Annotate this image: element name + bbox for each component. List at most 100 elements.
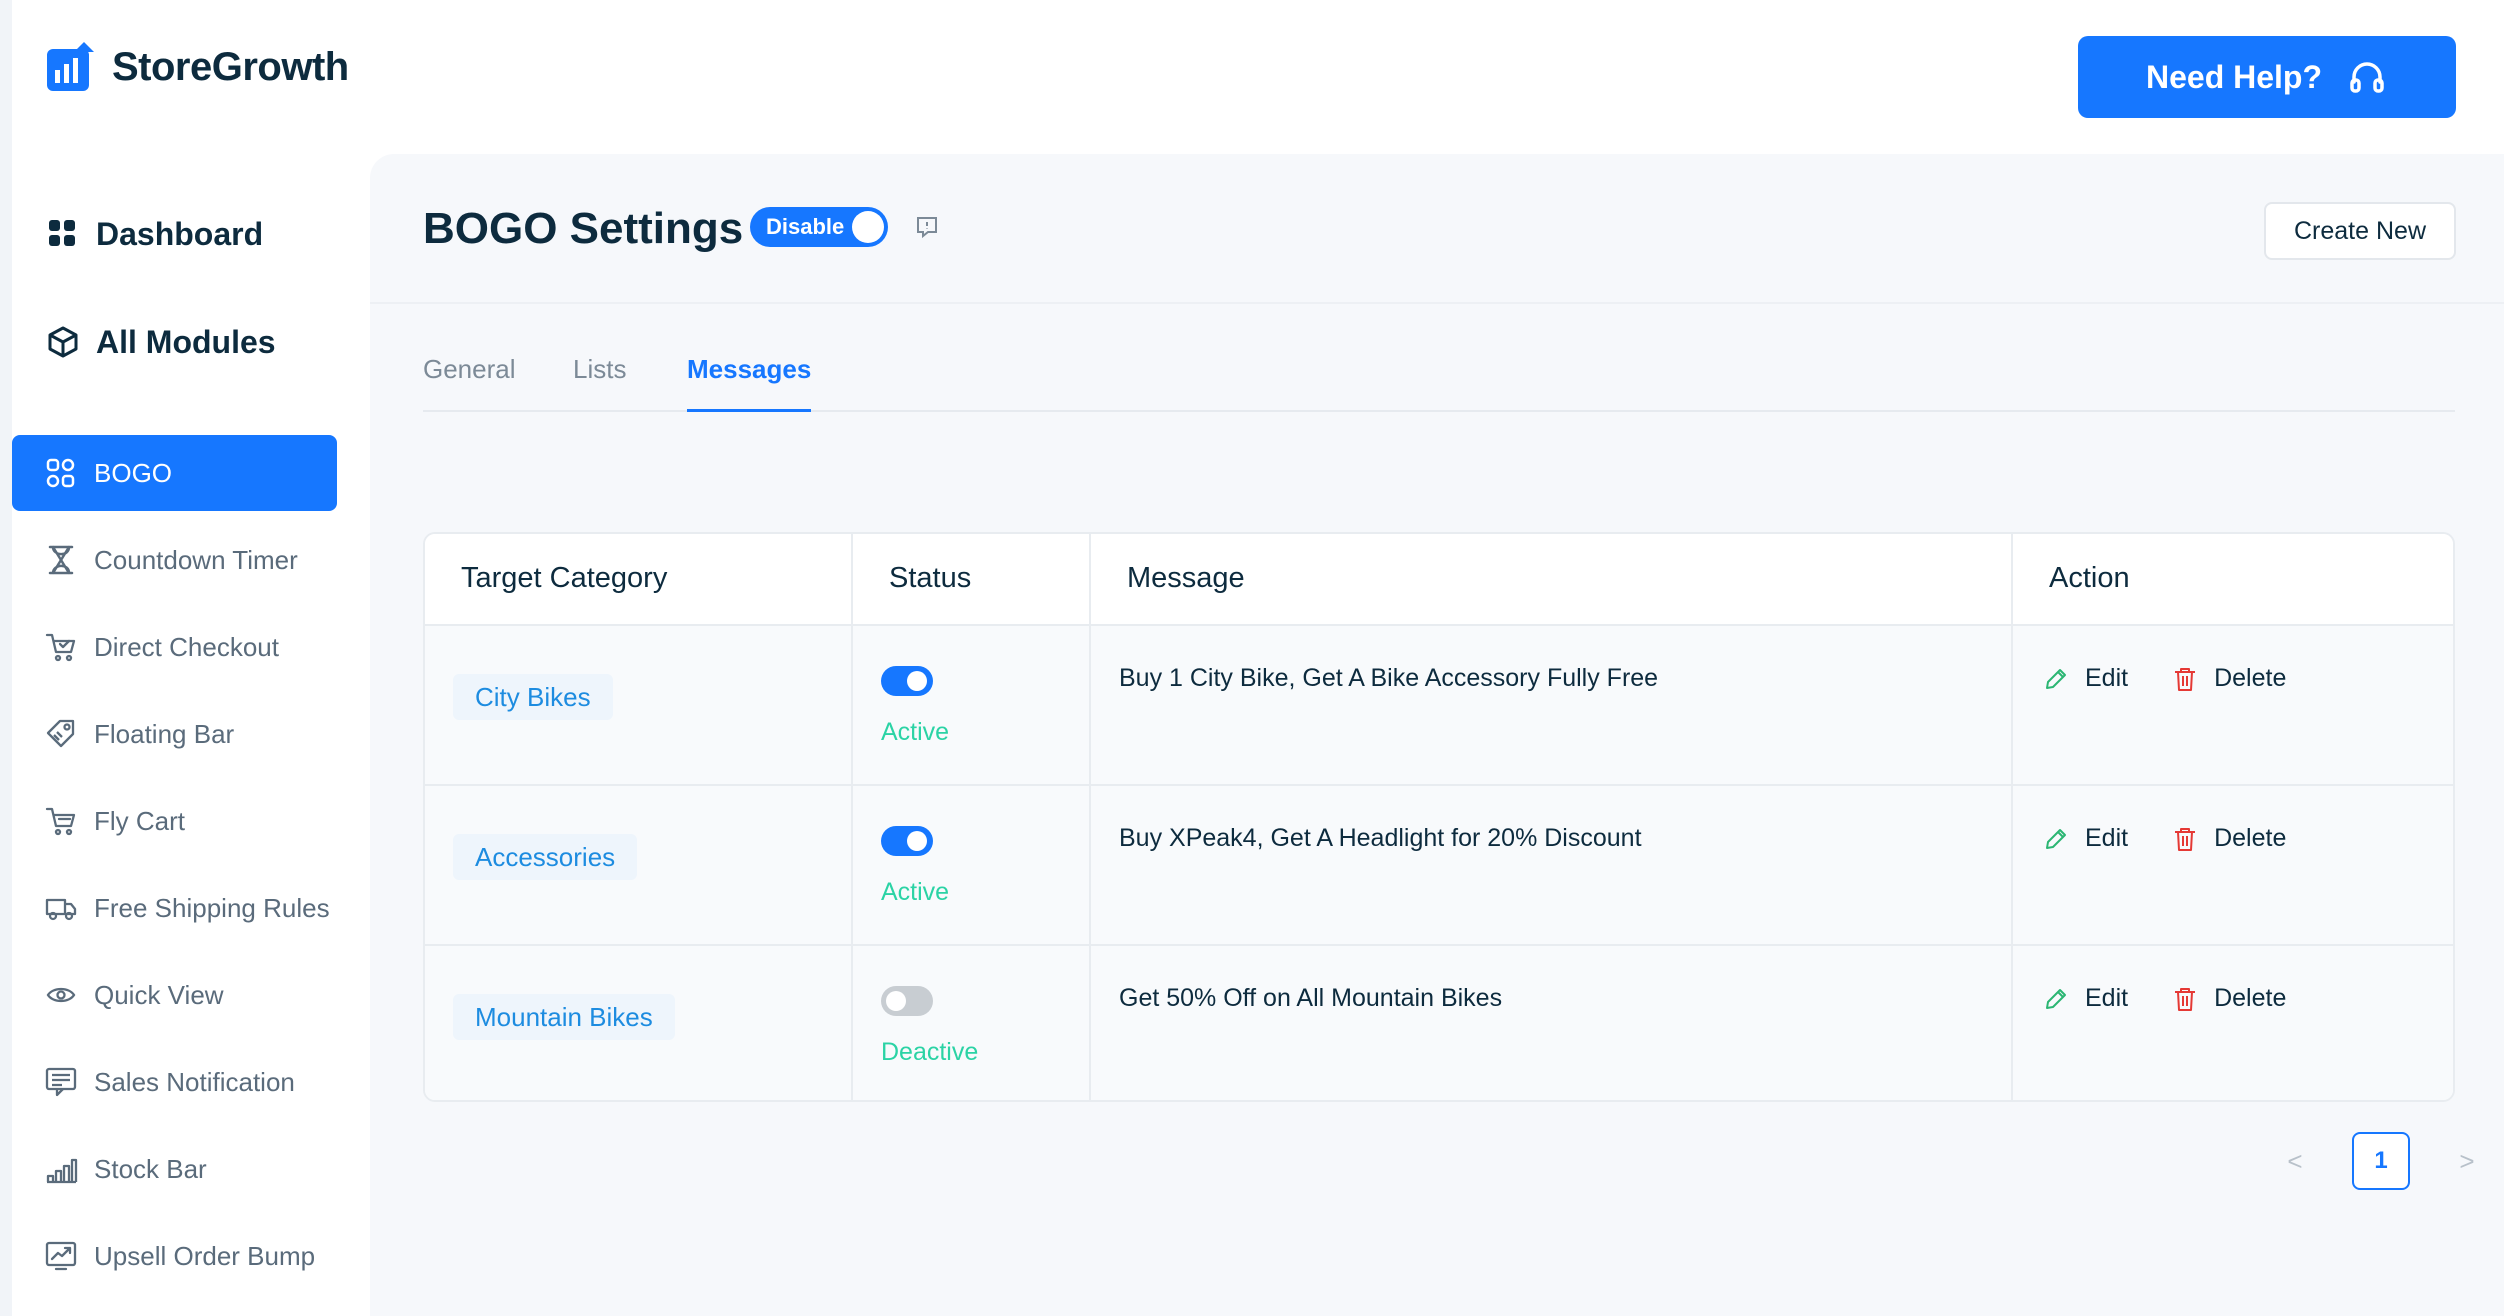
tab-lists[interactable]: Lists [573, 354, 626, 412]
next-page-button[interactable]: > [2438, 1132, 2496, 1190]
need-help-button[interactable]: Need Help? [2078, 36, 2456, 118]
grid-icon [49, 220, 75, 246]
table-header-row: Target Category Status Message Action [425, 534, 2453, 626]
delete-label: Delete [2214, 824, 2287, 852]
cart-check-icon [45, 633, 76, 662]
sidebar-item-label: Upsell Order Bump [94, 1240, 316, 1271]
status-label: Active [881, 718, 950, 746]
column-header-action: Action [2049, 562, 2130, 594]
tab-bar: General Lists Messages [423, 354, 2455, 412]
delete-label: Delete [2214, 984, 2287, 1012]
action-cell: Edit Delete [2013, 626, 2453, 784]
page-header: BOGO Settings Disable Create New [370, 154, 2504, 304]
main-panel: BOGO Settings Disable Create New General… [370, 154, 2504, 1316]
create-new-button[interactable]: Create New [2264, 202, 2456, 260]
pencil-icon [2046, 668, 2066, 689]
delete-button[interactable]: Delete [2172, 984, 2286, 1013]
edit-button[interactable]: Edit [2043, 824, 2128, 853]
trash-icon [2175, 987, 2196, 1011]
message-cell: Buy XPeak4, Get A Headlight for 20% Disc… [1091, 786, 2013, 944]
status-toggle[interactable] [881, 986, 933, 1016]
edit-button[interactable]: Edit [2043, 984, 2128, 1013]
category-tag: City Bikes [453, 674, 613, 720]
sidebar-item-free-shipping-rules[interactable]: Free Shipping Rules [12, 870, 337, 946]
trash-icon [2175, 667, 2196, 691]
sidebar-item-label: Stock Bar [94, 1153, 207, 1184]
sidebar-item-bogo[interactable]: BOGO [12, 435, 337, 511]
need-help-label: Need Help? [2145, 58, 2323, 95]
action-cell: Edit Delete [2013, 786, 2453, 944]
sidebar-item-stock-bar[interactable]: Stock Bar [12, 1131, 337, 1207]
row-actions: Edit Delete [2043, 984, 2330, 1013]
toggle-knob [907, 831, 927, 851]
sidebar-item-label: Quick View [94, 979, 224, 1010]
sidebar-item-label: Fly Cart [94, 805, 185, 836]
sidebar-item-label: Floating Bar [94, 718, 235, 749]
message-text: Buy 1 City Bike, Get A Bike Accessory Fu… [1119, 664, 1659, 692]
info-icon[interactable] [914, 214, 940, 240]
bar-chart-icon [46, 1158, 78, 1184]
toggle-knob [886, 991, 906, 1011]
category-cell: Accessories [425, 786, 853, 944]
messages-table: Target Category Status Message Action Ci… [423, 532, 2455, 1102]
column-header-message: Message [1091, 534, 2013, 624]
page-title: BOGO Settings [423, 204, 744, 253]
tag-icon [46, 719, 75, 748]
sidebar-item-label: All Modules [96, 323, 276, 360]
sidebar-item-upsell-order-bump[interactable]: Upsell Order Bump [12, 1218, 337, 1294]
module-enable-toggle[interactable]: Disable [750, 207, 888, 247]
eye-icon [46, 987, 76, 1003]
status-toggle[interactable] [881, 826, 933, 856]
trend-up-icon [45, 1241, 77, 1271]
sidebar-item-fly-cart[interactable]: Fly Cart [12, 783, 337, 859]
edit-label: Edit [2085, 664, 2129, 692]
edit-button[interactable]: Edit [2043, 664, 2128, 693]
status-label: Deactive [881, 1038, 979, 1066]
trash-icon [2175, 827, 2196, 851]
delete-button[interactable]: Delete [2172, 824, 2286, 853]
tab-messages[interactable]: Messages [687, 354, 812, 412]
sidebar-item-dashboard[interactable]: Dashboard [46, 207, 263, 261]
hourglass-icon [48, 545, 74, 575]
prev-page-button[interactable]: < [2266, 1132, 2324, 1190]
toggle-knob [907, 671, 927, 691]
notification-icon [45, 1067, 77, 1097]
sidebar-item-label: Sales Notification [94, 1066, 295, 1097]
message-cell: Get 50% Off on All Mountain Bikes [1091, 946, 2013, 1100]
status-toggle[interactable] [881, 666, 933, 696]
brand-logo[interactable]: StoreGrowth [44, 40, 349, 94]
app-root: StoreGrowth Need Help? Dashboard All Mod… [0, 0, 2504, 1316]
row-actions: Edit Delete [2043, 664, 2330, 693]
sidebar-item-all-modules[interactable]: All Modules [46, 315, 276, 369]
page-number-current[interactable]: 1 [2352, 1132, 2410, 1190]
tab-general[interactable]: General [423, 354, 516, 412]
column-header-target-category: Target Category [425, 534, 853, 624]
sidebar-item-label: BOGO [94, 457, 173, 488]
toggle-knob [852, 211, 884, 243]
delete-button[interactable]: Delete [2172, 664, 2286, 693]
toggle-label: Disable [766, 214, 845, 239]
row-actions: Edit Delete [2043, 824, 2330, 853]
cube-icon [48, 326, 78, 358]
logo-icon [47, 42, 94, 91]
pencil-icon [2046, 988, 2066, 1009]
edit-label: Edit [2085, 824, 2129, 852]
table-row: Accessories Active Buy XPeak4, Get A Hea… [425, 786, 2453, 946]
delete-label: Delete [2214, 664, 2287, 692]
message-text: Buy XPeak4, Get A Headlight for 20% Disc… [1119, 824, 1642, 852]
sidebar-item-sales-notification[interactable]: Sales Notification [12, 1044, 337, 1120]
sidebar-item-direct-checkout[interactable]: Direct Checkout [12, 609, 337, 685]
sidebar-item-countdown-timer[interactable]: Countdown Timer [12, 522, 337, 598]
headset-icon [2350, 62, 2384, 93]
sidebar-item-quick-view[interactable]: Quick View [12, 957, 337, 1033]
sidebar-item-label: Free Shipping Rules [94, 892, 330, 923]
category-cell: City Bikes [425, 626, 853, 784]
status-cell: Deactive [853, 946, 1091, 1100]
sidebar-item-floating-bar[interactable]: Floating Bar [12, 696, 337, 772]
status-cell: Active [853, 786, 1091, 944]
edit-label: Edit [2085, 984, 2129, 1012]
truck-icon [45, 898, 77, 921]
category-tag: Mountain Bikes [453, 994, 675, 1040]
brand-name: StoreGrowth [112, 44, 349, 89]
sidebar-item-label: Dashboard [96, 215, 264, 252]
